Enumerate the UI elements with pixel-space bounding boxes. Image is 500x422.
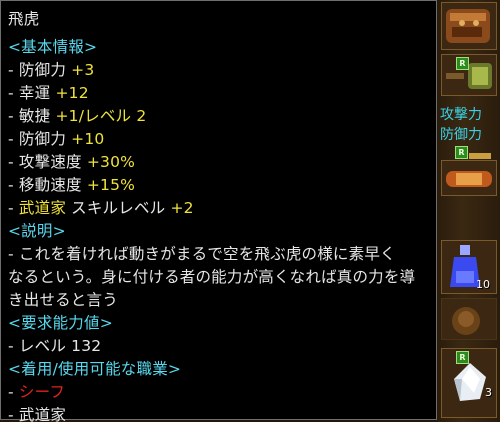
rare-badge: R [455, 146, 468, 159]
requirements-header: <要求能力値> [8, 314, 113, 332]
basic-info-header: <基本情報> [8, 38, 98, 56]
inventory-slot[interactable] [441, 160, 497, 196]
stat-label: 幸運 [18, 84, 56, 102]
item-count: 10 [476, 278, 490, 291]
stat-label: 移動速度 [18, 176, 87, 194]
jobs-header: <着用/使用可能な職業> [8, 360, 182, 378]
bracelet-icon [446, 63, 492, 89]
stat-line: - 敏捷 +1/レベル 2 [8, 105, 431, 128]
scroll-icon [446, 171, 492, 187]
stat-line: - 移動速度 +15% [8, 174, 431, 197]
stat-label: 攻撃速度 [18, 153, 87, 171]
inventory-slot[interactable]: R [441, 54, 497, 96]
inventory-slot[interactable]: R 3 [441, 348, 497, 418]
bullet: - [8, 199, 19, 217]
inventory-slot[interactable]: R [441, 146, 497, 159]
stat-line: - 幸運 +12 [8, 82, 431, 105]
bullet: - [8, 383, 19, 401]
bullet: - [8, 153, 19, 171]
job-name-martial-artist: 武道家 [18, 406, 67, 422]
stat-value: +3 [71, 61, 95, 79]
stat-value: +1/レベル 2 [55, 107, 147, 125]
inventory-slot[interactable] [441, 298, 497, 340]
stat-line: - 攻撃速度 +30% [8, 151, 431, 174]
description-header: <説明> [8, 222, 66, 240]
stat-line: - 防御力 +3 [8, 59, 431, 82]
description-line: なるという。身に付ける者の能力が高くなれば真の力を導 [8, 268, 416, 286]
job-name-thief: シーフ [18, 383, 66, 401]
rare-badge: R [456, 57, 469, 70]
skill-label: スキルレベル [66, 199, 171, 217]
stat-line: - 防御力 +10 [8, 128, 431, 151]
item-count: 3 [485, 386, 492, 399]
crystal-icon [454, 363, 486, 401]
bullet: - [8, 130, 19, 148]
item-name: 飛虎 [8, 10, 40, 28]
partial-stat-text: 防御力 [440, 127, 482, 143]
bullet: - [8, 406, 19, 422]
inventory-slot[interactable]: 10 [441, 240, 497, 294]
bullet: - [8, 61, 19, 79]
skill-class-name: 武道家 [18, 199, 67, 217]
stat-value: +12 [55, 84, 89, 102]
bullet: - [8, 107, 19, 125]
game-screen: 飛虎 <基本情報> - 防御力 +3 - 幸運 +12 - 敏捷 +1/レベル … [0, 0, 500, 422]
bullet: - [8, 176, 19, 194]
partial-stat-text: 攻撃力 [440, 107, 482, 123]
stat-label: 敏捷 [18, 107, 56, 125]
requirement-line: - レベル 132 [8, 337, 102, 355]
stat-value: +15% [86, 176, 136, 194]
stat-value: +30% [86, 153, 136, 171]
stat-value: +10 [71, 130, 105, 148]
bag-icon [452, 307, 480, 335]
skill-value: +2 [170, 199, 194, 217]
glove-icon [446, 9, 490, 43]
description-line: - これを着ければ動きがまるで空を飛ぶ虎の様に素早く [8, 245, 396, 263]
item-tooltip: 飛虎 <基本情報> - 防御力 +3 - 幸運 +12 - 敏捷 +1/レベル … [0, 0, 437, 422]
job-line: - 武道家 [8, 404, 431, 422]
inventory-slot[interactable] [441, 2, 497, 50]
stat-label: 防御力 [18, 61, 72, 79]
inventory-strip: R 攻撃力 防御力 R 10 R 3 [437, 0, 500, 422]
stat-label: 防御力 [18, 130, 72, 148]
job-line: - シーフ [8, 381, 431, 404]
description-line: き出せると言う [8, 291, 118, 309]
skill-line: - 武道家 スキルレベル +2 [8, 197, 431, 220]
bullet: - [8, 84, 19, 102]
rare-badge: R [456, 351, 469, 364]
